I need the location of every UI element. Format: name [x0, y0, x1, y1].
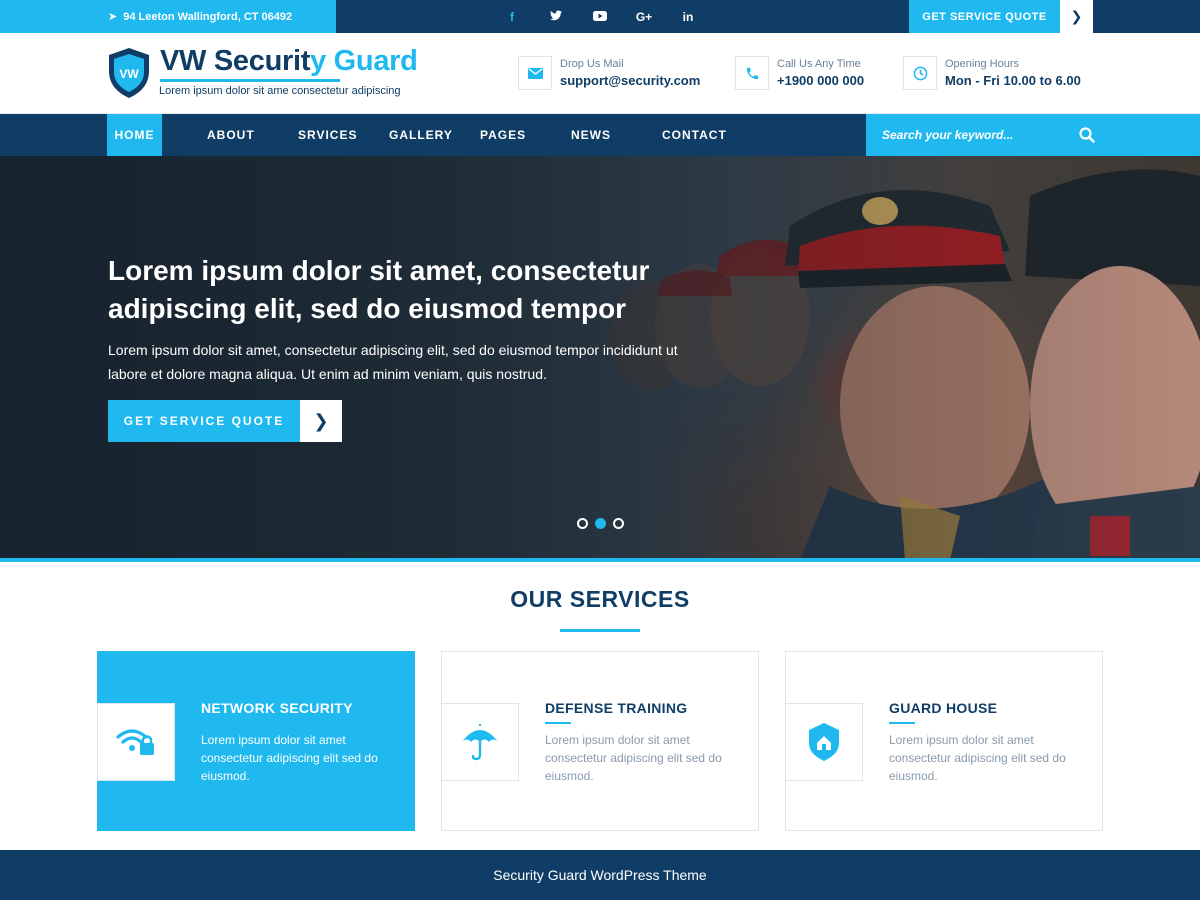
shield-home-icon [785, 703, 863, 781]
footer-text: Security Guard WordPress Theme [493, 867, 707, 883]
hours-label: Opening Hours [945, 58, 1019, 70]
call-value[interactable]: +1900 000 000 [777, 72, 864, 89]
chevron-right-icon[interactable]: ❯ [1060, 0, 1093, 33]
youtube-icon[interactable] [578, 10, 622, 24]
facebook-icon[interactable]: f [490, 10, 534, 24]
nav-item-contact[interactable]: CONTACT [662, 114, 727, 156]
nav-item-services[interactable]: SRVICES [298, 114, 357, 156]
chevron-right-icon[interactable]: ❯ [300, 400, 342, 442]
phone-icon [735, 56, 769, 90]
site-footer: Security Guard WordPress Theme [0, 850, 1200, 900]
address-text: 94 Leeton Wallingford, CT 06492 [123, 10, 293, 23]
umbrella-icon [441, 703, 519, 781]
mail-info: Drop Us Mail support@security.com [518, 55, 700, 91]
top-bar: ➤ 94 Leeton Wallingford, CT 06492 f G+ i… [0, 0, 1200, 33]
nav-item-pages[interactable]: PAGES [480, 114, 526, 156]
wifi-lock-icon [97, 703, 175, 781]
hero-text: Lorem ipsum dolor sit amet, consectetur … [108, 342, 678, 382]
service-card-defense-training[interactable]: DEFENSE TRAINING Lorem ipsum dolor sit a… [441, 651, 759, 831]
hours-value: Mon - Fri 10.00 to 6.00 [945, 73, 1081, 88]
site-title-accent: y Guard [310, 45, 418, 77]
services-title: OUR SERVICES [510, 586, 690, 612]
twitter-icon[interactable] [534, 10, 578, 24]
nav-item-about[interactable]: ABOUT [207, 114, 255, 156]
logo-underline [160, 79, 340, 82]
service-card-underline [889, 722, 915, 724]
service-card-title: GUARD HOUSE [889, 700, 998, 716]
service-card-text: Lorem ipsum dolor sit amet consectetur a… [201, 733, 378, 783]
location-arrow-icon: ➤ [108, 11, 118, 23]
nav-item-home[interactable]: HOME [107, 114, 162, 156]
service-card-network-security[interactable]: NETWORK SECURITY Lorem ipsum dolor sit a… [97, 651, 415, 831]
site-title-main: VW Securit [160, 45, 311, 77]
service-card-underline [545, 722, 571, 724]
service-card-title: DEFENSE TRAINING [545, 700, 688, 716]
linkedin-icon[interactable]: in [666, 10, 710, 24]
envelope-icon [518, 56, 552, 90]
slider-dot[interactable] [577, 518, 588, 529]
site-header: VW VW Security Guard Lorem ipsum dolor s… [0, 33, 1200, 114]
address-bar: ➤ 94 Leeton Wallingford, CT 06492 [0, 0, 336, 33]
nav-item-news[interactable]: NEWS [571, 114, 611, 156]
top-quote-button[interactable]: GET SERVICE QUOTE [909, 0, 1060, 33]
google-plus-icon[interactable]: G+ [622, 10, 666, 24]
logo-badge-text: VW [119, 67, 139, 81]
hero-slider: Lorem ipsum dolor sit amet, consectetur … [0, 156, 1200, 560]
hero-title: Lorem ipsum dolor sit amet, consectetur … [108, 255, 650, 324]
search-icon[interactable] [1078, 126, 1096, 144]
slider-dots [577, 518, 624, 529]
site-title[interactable]: VW Security Guard [160, 45, 418, 78]
call-info: Call Us Any Time +1900 000 000 [735, 55, 864, 91]
service-card-text: Lorem ipsum dolor sit amet consectetur a… [545, 733, 722, 783]
hero-divider [0, 558, 1200, 562]
call-label: Call Us Any Time [777, 58, 861, 70]
mail-value[interactable]: support@security.com [560, 72, 700, 89]
slider-dot[interactable] [613, 518, 624, 529]
hours-info: Opening Hours Mon - Fri 10.00 to 6.00 [903, 55, 1081, 91]
service-card-title: NETWORK SECURITY [201, 700, 353, 716]
mail-label: Drop Us Mail [560, 58, 624, 70]
service-card-text: Lorem ipsum dolor sit amet consectetur a… [889, 733, 1066, 783]
service-card-guard-house[interactable]: GUARD HOUSE Lorem ipsum dolor sit amet c… [785, 651, 1103, 831]
social-links: f G+ in [490, 0, 710, 33]
slider-dot-active[interactable] [595, 518, 606, 529]
search-bar [866, 114, 1200, 156]
clock-icon [903, 56, 937, 90]
hero-quote-button[interactable]: GET SERVICE QUOTE [108, 400, 300, 442]
services-title-underline [560, 629, 640, 632]
main-nav: HOME ABOUT SRVICES GALLERY PAGES NEWS CO… [0, 114, 1200, 156]
site-tagline: Lorem ipsum dolor sit ame consectetur ad… [159, 85, 401, 97]
shield-logo-icon[interactable]: VW [107, 47, 151, 99]
nav-item-gallery[interactable]: GALLERY [389, 114, 453, 156]
